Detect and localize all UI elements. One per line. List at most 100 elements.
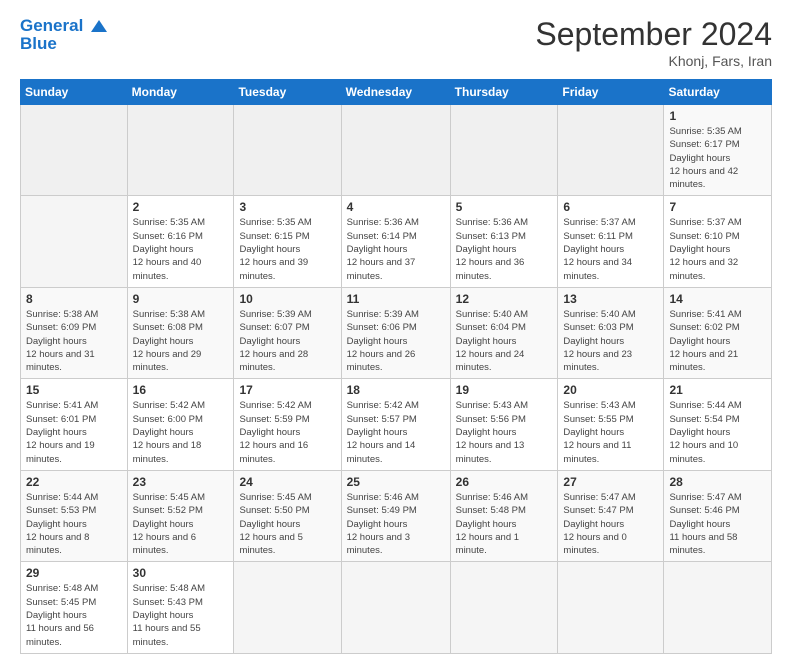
- calendar-cell: [341, 105, 450, 196]
- day-number: 18: [347, 383, 445, 397]
- subtitle: Khonj, Fars, Iran: [535, 53, 772, 69]
- day-detail: Sunrise: 5:48 AMSunset: 5:45 PMDaylight …: [26, 582, 122, 648]
- day-number: 6: [563, 200, 658, 214]
- day-detail: Sunrise: 5:35 AMSunset: 6:15 PMDaylight …: [239, 216, 335, 282]
- calendar-cell: [558, 105, 664, 196]
- calendar-cell: 2 Sunrise: 5:35 AMSunset: 6:16 PMDaylight…: [127, 196, 234, 287]
- day-number: 26: [456, 475, 553, 489]
- day-number: 8: [26, 292, 122, 306]
- calendar-cell: 1Sunrise: 5:35 AMSunset: 6:17 PMDaylight…: [664, 105, 772, 196]
- page: General Blue September 2024 Khonj, Fars,…: [0, 0, 792, 664]
- calendar-cell: 19 Sunrise: 5:43 AMSunset: 5:56 PMDayligh…: [450, 379, 558, 470]
- calendar-row-4: 22Sunrise: 5:44 AMSunset: 5:53 PMDayligh…: [21, 470, 772, 561]
- calendar-cell: [21, 105, 128, 196]
- day-detail: Sunrise: 5:39 AMSunset: 6:06 PMDaylight …: [347, 308, 445, 374]
- day-detail: Sunrise: 5:48 AMSunset: 5:43 PMDaylight …: [133, 582, 229, 648]
- day-detail: Sunrise: 5:40 AMSunset: 6:03 PMDaylight …: [563, 308, 658, 374]
- day-number: 9: [133, 292, 229, 306]
- day-number: 11: [347, 292, 445, 306]
- day-number: 13: [563, 292, 658, 306]
- calendar-cell: 12Sunrise: 5:40 AMSunset: 6:04 PMDayligh…: [450, 287, 558, 378]
- day-number: 23: [133, 475, 229, 489]
- calendar-cell: 17Sunrise: 5:42 AMSunset: 5:59 PMDayligh…: [234, 379, 341, 470]
- calendar-table: SundayMondayTuesdayWednesdayThursdayFrid…: [20, 79, 772, 654]
- day-number: 14: [669, 292, 766, 306]
- calendar-cell: 16 Sunrise: 5:42 AMSunset: 6:00 PMDayligh…: [127, 379, 234, 470]
- calendar-row-1: 2 Sunrise: 5:35 AMSunset: 6:16 PMDaylight…: [21, 196, 772, 287]
- calendar-cell: 26 Sunrise: 5:46 AMSunset: 5:48 PMDayligh…: [450, 470, 558, 561]
- calendar-cell: 11 Sunrise: 5:39 AMSunset: 6:06 PMDayligh…: [341, 287, 450, 378]
- calendar-row-3: 15 Sunrise: 5:41 AMSunset: 6:01 PMDayligh…: [21, 379, 772, 470]
- day-number: 27: [563, 475, 658, 489]
- day-number: 29: [26, 566, 122, 580]
- day-number: 20: [563, 383, 658, 397]
- calendar-cell: [127, 105, 234, 196]
- day-number: 15: [26, 383, 122, 397]
- day-detail: Sunrise: 5:38 AMSunset: 6:08 PMDaylight …: [133, 308, 229, 374]
- calendar-cell: 28 Sunrise: 5:47 AMSunset: 5:46 PMDayligh…: [664, 470, 772, 561]
- day-detail: Sunrise: 5:42 AMSunset: 6:00 PMDaylight …: [133, 399, 229, 465]
- day-detail: Sunrise: 5:41 AMSunset: 6:02 PMDaylight …: [669, 308, 766, 374]
- day-detail: Sunrise: 5:47 AMSunset: 5:46 PMDaylight …: [669, 491, 766, 557]
- day-detail: Sunrise: 5:40 AMSunset: 6:04 PMDaylight …: [456, 308, 553, 374]
- day-detail: Sunrise: 5:42 AMSunset: 5:59 PMDaylight …: [239, 399, 335, 465]
- weekday-saturday: Saturday: [664, 80, 772, 105]
- day-number: 21: [669, 383, 766, 397]
- day-detail: Sunrise: 5:47 AMSunset: 5:47 PMDaylight …: [563, 491, 658, 557]
- calendar-cell: 15 Sunrise: 5:41 AMSunset: 6:01 PMDayligh…: [21, 379, 128, 470]
- day-detail: Sunrise: 5:36 AMSunset: 6:14 PMDaylight …: [347, 216, 445, 282]
- month-title: September 2024: [535, 16, 772, 53]
- calendar-cell: 18 Sunrise: 5:42 AMSunset: 5:57 PMDayligh…: [341, 379, 450, 470]
- weekday-thursday: Thursday: [450, 80, 558, 105]
- calendar-cell: 5 Sunrise: 5:36 AMSunset: 6:13 PMDaylight…: [450, 196, 558, 287]
- day-number: 2: [133, 200, 229, 214]
- day-detail: Sunrise: 5:43 AMSunset: 5:56 PMDaylight …: [456, 399, 553, 465]
- calendar-cell: 4 Sunrise: 5:36 AMSunset: 6:14 PMDaylight…: [341, 196, 450, 287]
- day-number: 24: [239, 475, 335, 489]
- calendar-cell: [558, 562, 664, 653]
- title-block: September 2024 Khonj, Fars, Iran: [535, 16, 772, 69]
- day-number: 1: [669, 109, 766, 123]
- weekday-sunday: Sunday: [21, 80, 128, 105]
- day-number: 28: [669, 475, 766, 489]
- logo-icon: [89, 18, 109, 36]
- calendar-cell: 21 Sunrise: 5:44 AMSunset: 5:54 PMDayligh…: [664, 379, 772, 470]
- logo: General Blue: [20, 16, 109, 54]
- weekday-header-row: SundayMondayTuesdayWednesdayThursdayFrid…: [21, 80, 772, 105]
- day-number: 7: [669, 200, 766, 214]
- day-number: 16: [133, 383, 229, 397]
- day-number: 3: [239, 200, 335, 214]
- day-detail: Sunrise: 5:44 AMSunset: 5:54 PMDaylight …: [669, 399, 766, 465]
- day-detail: Sunrise: 5:38 AMSunset: 6:09 PMDaylight …: [26, 308, 122, 374]
- logo-general: General: [20, 16, 83, 35]
- day-detail: Sunrise: 5:44 AMSunset: 5:53 PMDaylight …: [26, 491, 122, 557]
- day-number: 5: [456, 200, 553, 214]
- day-detail: Sunrise: 5:43 AMSunset: 5:55 PMDaylight …: [563, 399, 658, 465]
- weekday-monday: Monday: [127, 80, 234, 105]
- header: General Blue September 2024 Khonj, Fars,…: [20, 16, 772, 69]
- day-detail: Sunrise: 5:42 AMSunset: 5:57 PMDaylight …: [347, 399, 445, 465]
- day-number: 25: [347, 475, 445, 489]
- calendar-cell: 7 Sunrise: 5:37 AMSunset: 6:10 PMDaylight…: [664, 196, 772, 287]
- calendar-cell: 24Sunrise: 5:45 AMSunset: 5:50 PMDayligh…: [234, 470, 341, 561]
- calendar-cell: 6Sunrise: 5:37 AMSunset: 6:11 PMDaylight…: [558, 196, 664, 287]
- calendar-row-0: 1Sunrise: 5:35 AMSunset: 6:17 PMDaylight…: [21, 105, 772, 196]
- calendar-cell: 8 Sunrise: 5:38 AMSunset: 6:09 PMDaylight…: [21, 287, 128, 378]
- day-detail: Sunrise: 5:37 AMSunset: 6:10 PMDaylight …: [669, 216, 766, 282]
- calendar-cell: 27 Sunrise: 5:47 AMSunset: 5:47 PMDayligh…: [558, 470, 664, 561]
- calendar-cell: [234, 105, 341, 196]
- day-number: 4: [347, 200, 445, 214]
- calendar-cell: 23Sunrise: 5:45 AMSunset: 5:52 PMDayligh…: [127, 470, 234, 561]
- day-detail: Sunrise: 5:36 AMSunset: 6:13 PMDaylight …: [456, 216, 553, 282]
- calendar-cell: 3 Sunrise: 5:35 AMSunset: 6:15 PMDaylight…: [234, 196, 341, 287]
- weekday-tuesday: Tuesday: [234, 80, 341, 105]
- day-detail: Sunrise: 5:41 AMSunset: 6:01 PMDaylight …: [26, 399, 122, 465]
- day-detail: Sunrise: 5:35 AMSunset: 6:16 PMDaylight …: [133, 216, 229, 282]
- day-number: 19: [456, 383, 553, 397]
- day-detail: Sunrise: 5:39 AMSunset: 6:07 PMDaylight …: [239, 308, 335, 374]
- logo-text: General Blue: [20, 16, 109, 54]
- calendar-row-5: 29 Sunrise: 5:48 AMSunset: 5:45 PMDayligh…: [21, 562, 772, 653]
- calendar-cell: [341, 562, 450, 653]
- day-detail: Sunrise: 5:46 AMSunset: 5:48 PMDaylight …: [456, 491, 553, 557]
- calendar-cell: 30Sunrise: 5:48 AMSunset: 5:43 PMDayligh…: [127, 562, 234, 653]
